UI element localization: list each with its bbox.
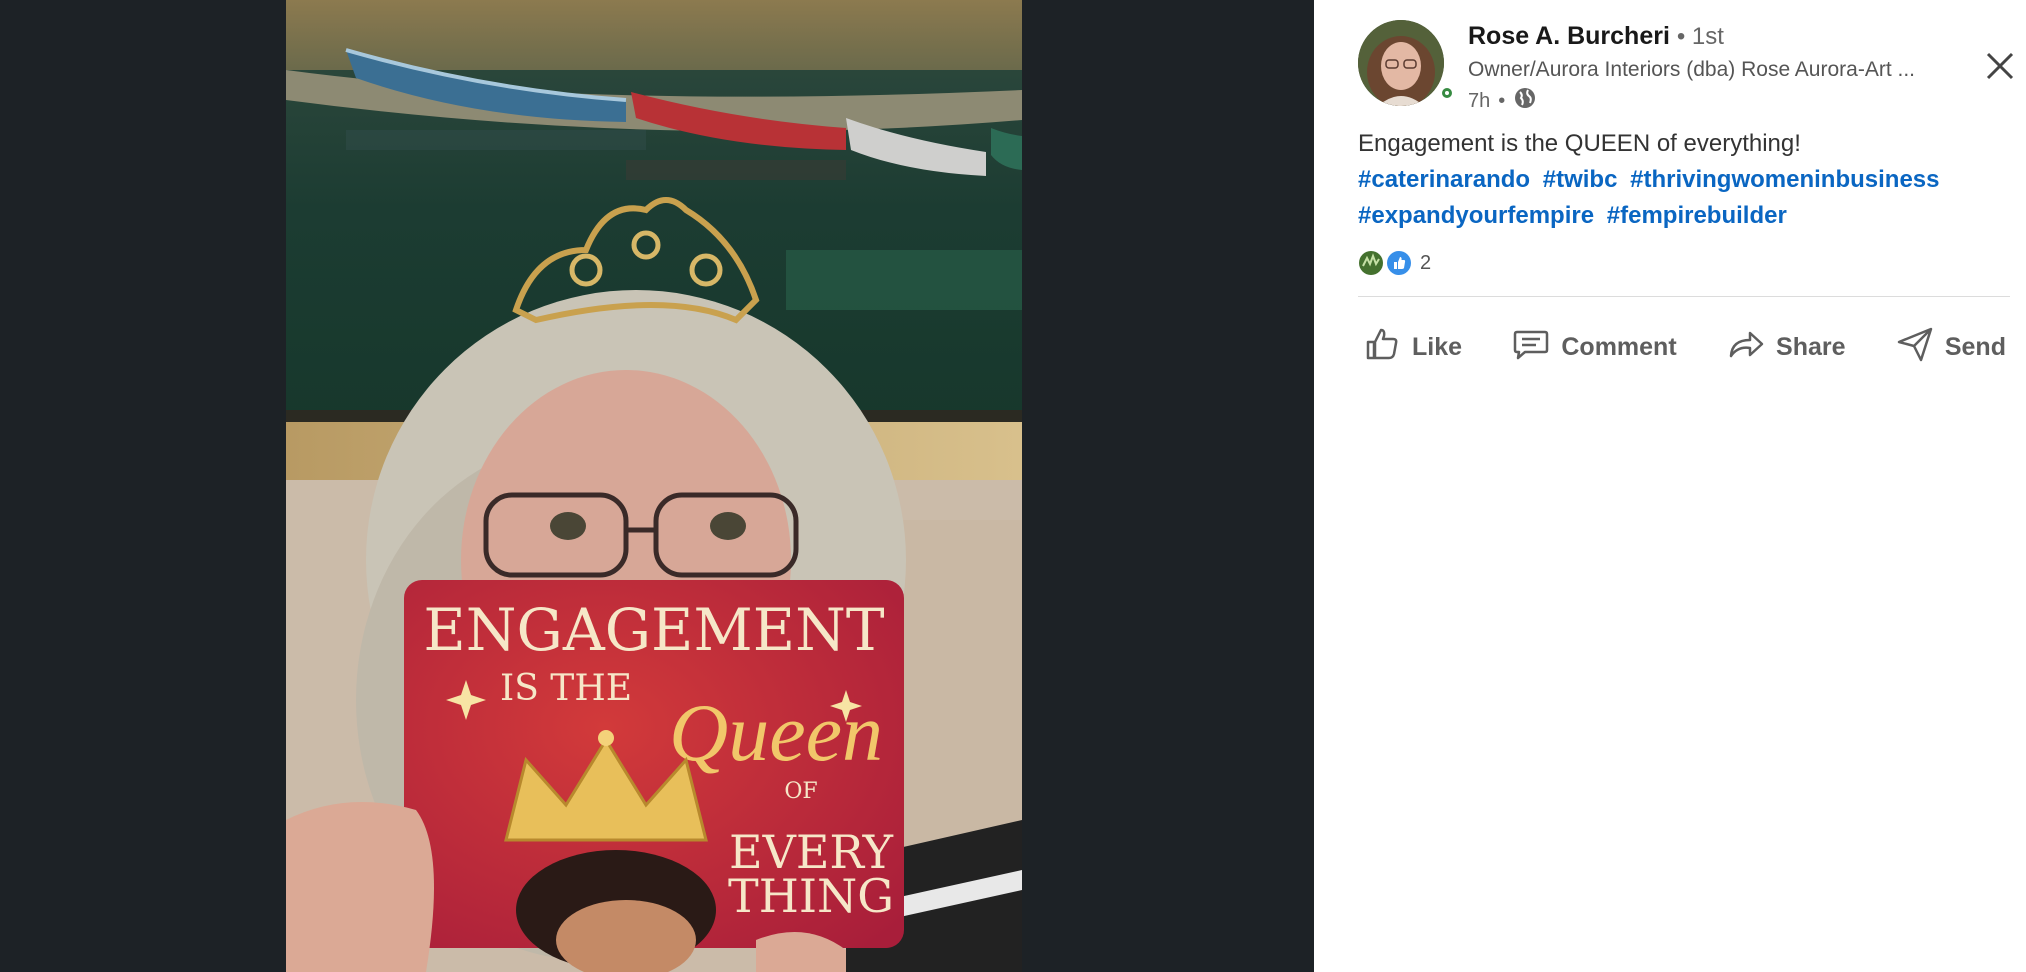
action-bar: Like Comment Share Send [1354,318,2014,377]
post-viewer: ENGAGEMENT IS THE Queen OF EVERY THING R… [0,0,2026,972]
card-line-is-the: IS THE [500,668,632,709]
share-button[interactable]: Share [1718,318,1853,377]
hashtag-link[interactable]: #twibc [1543,166,1618,193]
send-label: Send [1944,333,2006,361]
post-time: 7h [1468,89,1491,112]
author-headline: Owner/Aurora Interiors (dba) Rose Aurora… [1468,58,1915,81]
post-photo[interactable]: ENGAGEMENT IS THE Queen OF EVERY THING [286,0,1022,972]
avatar[interactable] [1358,20,1444,106]
post-body: Engagement is the QUEEN of everything! #… [1358,126,1998,234]
post-header: Rose A. Burcheri • 1st Owner/Aurora Inte… [1344,18,2014,118]
media-pane: ENGAGEMENT IS THE Queen OF EVERY THING [0,0,1314,972]
share-arrow-icon [1726,324,1766,371]
reaction-count: 2 [1420,251,1432,274]
comment-icon [1511,324,1551,371]
send-button[interactable]: Send [1887,318,2014,377]
author-name[interactable]: Rose A. Burcheri [1468,22,1670,50]
send-icon [1895,324,1935,371]
reactions-summary[interactable]: 2 [1358,250,1431,276]
hashtag-list: #caterinarando #twibc #thrivingwomeninbu… [1358,162,1998,234]
author-name-row: Rose A. Burcheri • 1st [1468,22,1724,51]
divider [1358,296,2010,297]
like-button[interactable]: Like [1354,318,1470,377]
hashtag-link[interactable]: #thrivingwomeninbusiness [1630,166,1939,193]
card-line-engagement: ENGAGEMENT [423,596,884,664]
hashtag-link[interactable]: #caterinarando [1358,166,1530,193]
card-line-queen: Queen [669,687,883,778]
share-label: Share [1776,333,1846,361]
like-label: Like [1412,333,1463,361]
comment-label: Comment [1561,333,1677,361]
post-text: Engagement is the QUEEN of everything! [1358,130,1801,157]
card-line-of: OF [784,779,817,804]
comment-button[interactable]: Comment [1503,318,1684,377]
hashtag-link[interactable]: #expandyourfempire [1358,202,1594,229]
thumbs-up-icon [1362,324,1402,371]
close-button[interactable] [1970,38,2026,98]
hashtag-link[interactable]: #fempirebuilder [1607,202,1787,229]
close-icon [1982,48,2018,89]
online-status-indicator [1438,84,1456,102]
like-reaction-icon [1386,250,1412,276]
post-detail-pane: Rose A. Burcheri • 1st Owner/Aurora Inte… [1314,0,2026,972]
globe-icon [1513,86,1537,116]
post-meta: 7h • [1468,86,1537,116]
connection-degree: • 1st [1676,23,1724,50]
support-reaction-icon [1358,250,1384,276]
card-line-thing: THING [728,869,894,923]
meta-separator: • [1498,89,1506,112]
